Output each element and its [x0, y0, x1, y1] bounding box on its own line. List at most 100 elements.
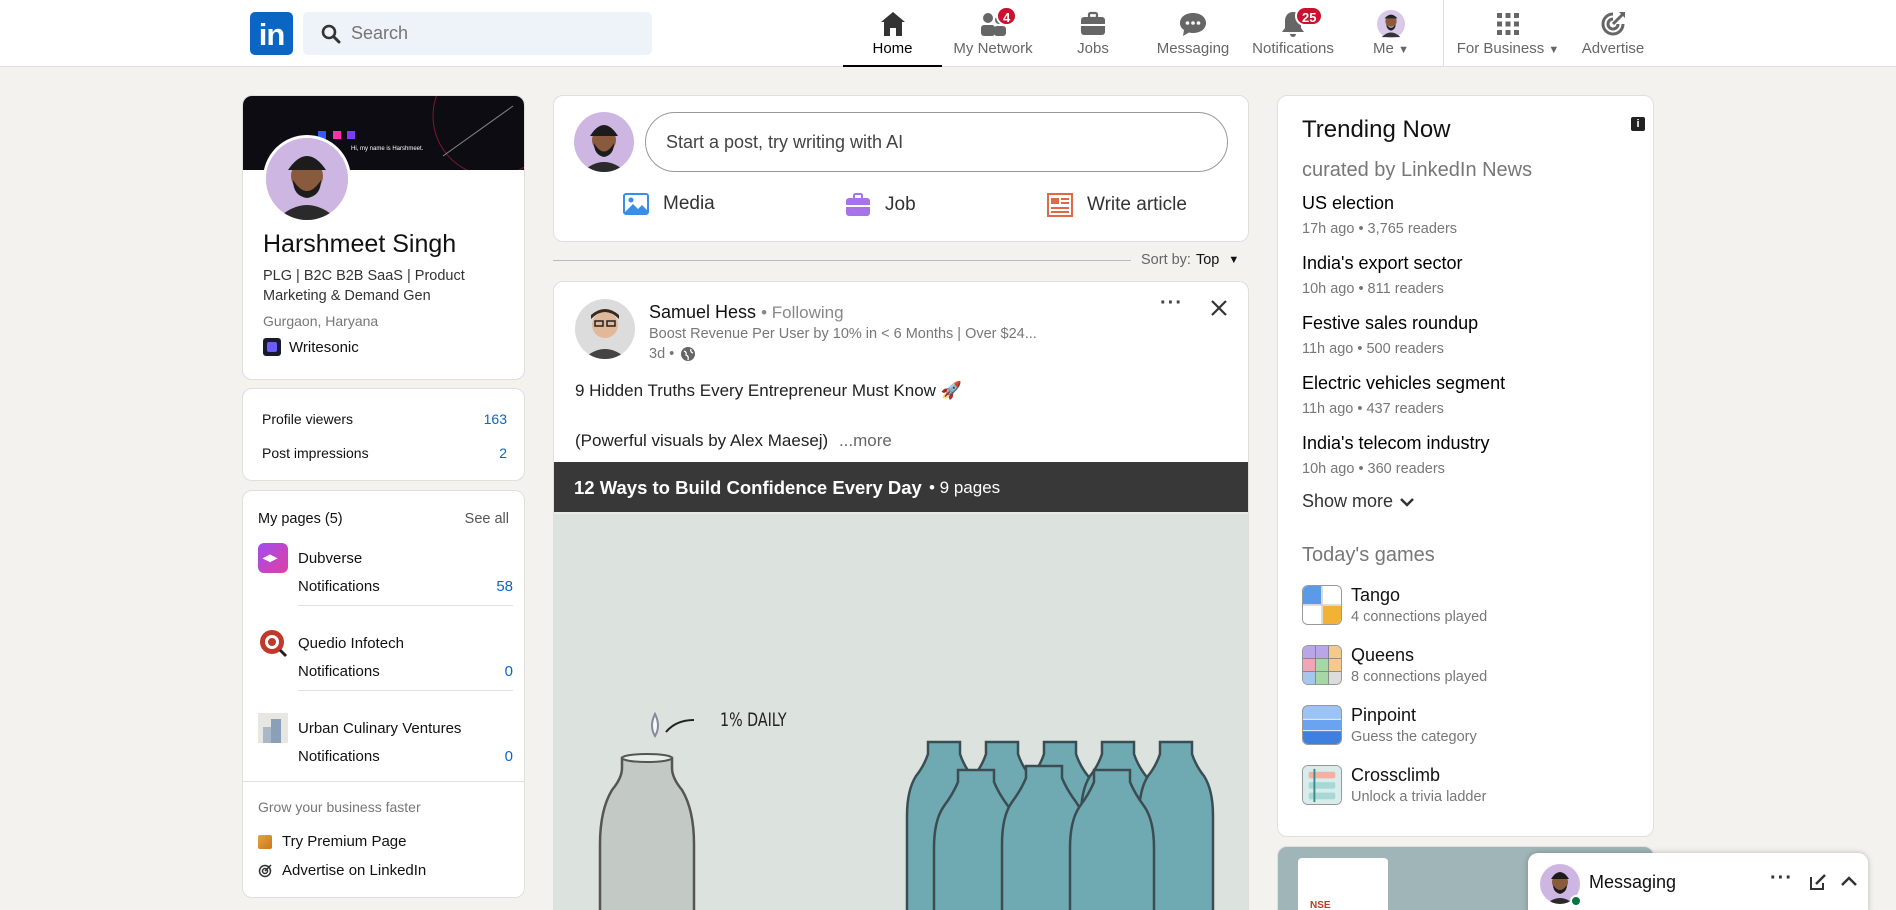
banner-text: Hi, my name is Harshmeet. [351, 146, 424, 152]
nav-me-label: Me ▼ [1343, 40, 1439, 57]
nav-notifications-label: Notifications [1252, 40, 1334, 57]
ad-logo-text: NSE [1310, 900, 1331, 910]
page-notifications-label: Notifications [298, 578, 380, 595]
profile-location: Gurgaon, Haryana [263, 313, 379, 329]
try-premium-label: Try Premium Page [282, 833, 407, 850]
advertise-icon [258, 863, 272, 877]
advertise-link[interactable]: Advertise on LinkedIn [258, 862, 426, 879]
image-icon [623, 193, 649, 215]
close-icon[interactable] [1210, 299, 1228, 317]
post-text-line2: (Powerful visuals by Alex Maesej) ...mor… [575, 431, 892, 451]
nav-divider [1443, 0, 1444, 66]
profile-card: Hi, my name is Harshmeet. Harshmeet Sing… [242, 95, 525, 380]
profile-avatar[interactable] [263, 135, 351, 223]
grow-title: Grow your business faster [258, 799, 421, 815]
author-name[interactable]: Samuel Hess [649, 302, 756, 322]
media-button[interactable]: Media [623, 193, 715, 215]
start-post-placeholder: Start a post, try writing with AI [666, 132, 904, 152]
page-item-dubverse[interactable]: ◂▸ Dubverse Notifications 58 [258, 543, 513, 613]
document-title: 12 Ways to Build Confidence Every Day [574, 477, 922, 498]
trending-item-meta: 10h ago • 811 readers [1302, 281, 1444, 297]
trending-item-meta: 11h ago • 437 readers [1302, 401, 1444, 417]
trending-subtitle: curated by LinkedIn News [1302, 159, 1533, 181]
messaging-overlay[interactable]: Messaging ··· [1528, 853, 1868, 910]
more-options-icon[interactable]: ··· [1770, 867, 1793, 890]
author-headline: Boost Revenue Per User by 10% in < 6 Mon… [649, 326, 1037, 342]
trending-item[interactable]: US election 17h ago • 3,765 readers [1302, 193, 1457, 237]
divider [298, 605, 513, 606]
profile-company[interactable]: Writesonic [263, 338, 359, 356]
nav-for-business[interactable]: For Business ▼ [1448, 0, 1568, 66]
post-composer: Start a post, try writing with AI Media … [553, 95, 1249, 242]
try-premium-link[interactable]: Try Premium Page [258, 833, 406, 850]
bottles-illustration [598, 711, 1215, 910]
author-avatar[interactable] [575, 299, 635, 359]
post-author-line: Samuel Hess • Following [649, 302, 844, 323]
trending-item[interactable]: Festive sales roundup 11h ago • 500 reade… [1302, 313, 1478, 357]
media-label: Media [663, 193, 715, 214]
post-text-line1: 9 Hidden Truths Every Entrepreneur Must … [575, 381, 962, 400]
start-post-button[interactable]: Start a post, try writing with AI [645, 112, 1228, 172]
briefcase-icon [1081, 11, 1105, 35]
see-more-link[interactable]: ...more [839, 431, 892, 450]
search-box[interactable] [303, 12, 652, 55]
nav-me[interactable]: Me ▼ [1343, 0, 1439, 66]
nav-messaging-label: Messaging [1156, 40, 1230, 57]
info-icon[interactable]: i [1631, 117, 1645, 131]
game-item-tango[interactable]: Tango 4 connections played [1278, 585, 1653, 629]
page-item-urban-culinary[interactable]: Urban Culinary Ventures Notifications 0 [258, 713, 513, 783]
nav-messaging[interactable]: Messaging [1143, 0, 1243, 66]
grid-icon [1497, 13, 1519, 35]
chevron-up-icon[interactable] [1840, 875, 1858, 887]
for-business-text: For Business [1456, 40, 1545, 57]
games-title: Today's games [1302, 544, 1435, 566]
crossclimb-icon [1302, 765, 1342, 805]
caret-down-icon: ▼ [1548, 44, 1560, 56]
document-header[interactable]: 12 Ways to Build Confidence Every Day • … [554, 462, 1248, 512]
trending-item-meta: 11h ago • 500 readers [1302, 341, 1444, 357]
game-meta: Unlock a trivia ladder [1351, 789, 1487, 805]
page-item-quedio[interactable]: Quedio Infotech Notifications 0 [258, 628, 513, 698]
compose-icon[interactable] [1808, 872, 1828, 892]
see-all-link[interactable]: See all [465, 511, 509, 527]
pinpoint-icon [1302, 705, 1342, 745]
game-item-crossclimb[interactable]: Crossclimb Unlock a trivia ladder [1278, 765, 1653, 809]
game-item-pinpoint[interactable]: Pinpoint Guess the category [1278, 705, 1653, 749]
sort-value: Top [1195, 252, 1220, 268]
game-meta: Guess the category [1351, 729, 1477, 745]
sort-dropdown[interactable]: Sort by: Top ▼ [1141, 252, 1239, 268]
nav-notifications[interactable]: 25 Notifications [1243, 0, 1343, 66]
notifications-badge: 25 [1295, 6, 1324, 26]
document-preview[interactable]: 1% DAILY [554, 512, 1248, 910]
game-meta: 8 connections played [1351, 669, 1488, 685]
company-name: Writesonic [289, 338, 359, 356]
page-notification-count: 0 [504, 663, 513, 680]
post-credit: (Powerful visuals by Alex Maesej) [575, 431, 829, 450]
trending-item-title: Festive sales roundup [1302, 313, 1479, 333]
job-button[interactable]: Job [845, 193, 916, 217]
nav-advertise[interactable]: Advertise [1568, 0, 1658, 66]
briefcase-icon [846, 193, 870, 216]
game-item-queens[interactable]: Queens 8 connections played [1278, 645, 1653, 689]
game-name: Queens [1351, 645, 1415, 665]
search-input[interactable] [351, 12, 641, 55]
chat-icon [1180, 13, 1206, 36]
nav-home[interactable]: Home [843, 0, 942, 67]
show-more-label: Show more [1302, 491, 1394, 511]
caret-down-icon: ▼ [1228, 254, 1240, 266]
stat-profile-viewers[interactable]: Profile viewers 163 [262, 411, 507, 435]
nav-jobs[interactable]: Jobs [1043, 0, 1143, 66]
stat-post-impressions[interactable]: Post impressions 2 [262, 445, 507, 469]
divider [298, 690, 513, 691]
trending-item[interactable]: India's telecom industry 10h ago • 360 re… [1302, 433, 1490, 477]
profile-name[interactable]: Harshmeet Singh [263, 230, 456, 259]
linkedin-logo[interactable]: in [250, 12, 293, 55]
trending-card: Trending Now i curated by LinkedIn News … [1277, 95, 1654, 837]
network-badge: 4 [996, 6, 1018, 26]
trending-item[interactable]: Electric vehicles segment 11h ago • 437 r… [1302, 373, 1505, 417]
show-more-button[interactable]: Show more [1302, 491, 1415, 512]
more-options-icon[interactable]: ··· [1160, 292, 1183, 315]
nav-my-network[interactable]: 4 My Network [943, 0, 1043, 66]
write-article-button[interactable]: Write article [1047, 193, 1187, 217]
trending-item[interactable]: India's export sector 10h ago • 811 reade… [1302, 253, 1463, 297]
